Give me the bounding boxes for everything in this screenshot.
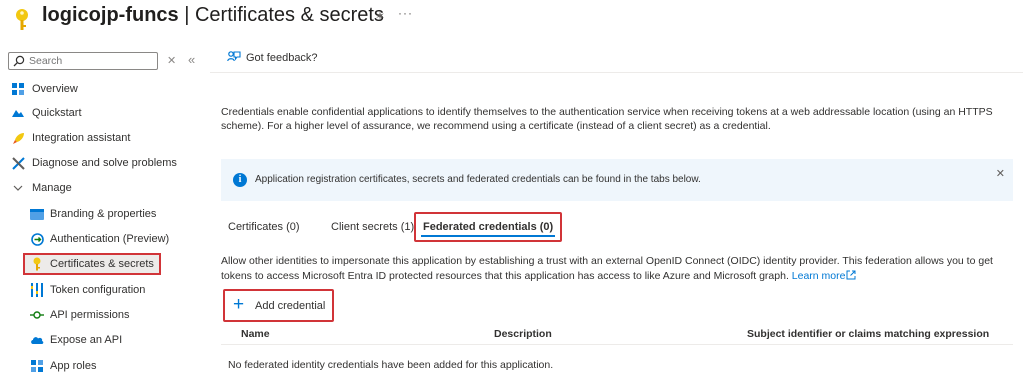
page-header: logicojp-funcs | Certificates & secrets … — [0, 0, 1023, 38]
sidebar-item-label: API permissions — [50, 309, 130, 321]
sidebar-item-authentication[interactable]: Authentication (Preview) — [0, 228, 210, 250]
page-title: logicojp-funcs | Certificates & secrets — [42, 2, 384, 28]
learn-more-label: Learn more — [791, 270, 846, 282]
federated-description-text: Allow other identities to impersonate th… — [221, 255, 993, 282]
close-icon[interactable]: ✕ — [996, 167, 1005, 180]
sidebar-item-label: Certificates & secrets — [50, 258, 154, 270]
quickstart-icon — [11, 106, 25, 120]
sidebar-item-label: Token configuration — [50, 284, 146, 296]
feedback-button[interactable]: Got feedback? — [227, 51, 318, 64]
clear-search-icon[interactable]: ✕ — [167, 54, 176, 67]
collapse-sidebar-icon[interactable]: « — [188, 52, 195, 67]
rocket-icon — [11, 131, 25, 145]
sidebar-item-label: Manage — [32, 182, 72, 194]
sidebar-group-manage[interactable]: Manage — [0, 177, 210, 199]
feedback-icon — [227, 51, 241, 62]
add-credential-button[interactable]: + Add credential — [223, 289, 334, 322]
sidebar-item-quickstart[interactable]: Quickstart — [0, 102, 210, 124]
sidebar-item-label: Integration assistant — [32, 132, 131, 144]
key-icon — [30, 257, 44, 271]
federated-credentials-description: Allow other identities to impersonate th… — [221, 254, 1011, 284]
column-header-description[interactable]: Description — [494, 328, 552, 340]
app-roles-icon — [30, 359, 44, 373]
sidebar-item-label: Branding & properties — [50, 208, 157, 220]
feedback-label: Got feedback? — [246, 51, 318, 64]
sidebar-item-branding[interactable]: Branding & properties — [0, 203, 210, 225]
sidebar-item-label: Expose an API — [50, 334, 123, 346]
column-header-subject-identifier[interactable]: Subject identifier or claims matching ex… — [747, 328, 989, 340]
wrench-icon — [11, 156, 25, 170]
token-icon — [30, 283, 44, 297]
overview-icon — [11, 82, 25, 96]
sidebar-item-certificates-secrets[interactable]: Certificates & secrets — [23, 253, 161, 275]
credentials-intro-text: Credentials enable confidential applicat… — [221, 106, 993, 132]
branding-icon — [30, 207, 44, 221]
sidebar-item-label: Diagnose and solve problems — [32, 157, 177, 169]
sidebar-item-token-configuration[interactable]: Token configuration — [0, 279, 210, 301]
sidebar-item-label: App roles — [50, 360, 97, 372]
info-icon: i — [233, 173, 247, 187]
sidebar: ✕ « Overview Quickstart Integration assi… — [0, 45, 210, 384]
pin-icon[interactable]: ✶ — [375, 9, 385, 23]
more-options-icon[interactable]: ··· — [398, 6, 413, 20]
learn-more-link[interactable]: Learn more — [792, 270, 857, 282]
command-bar: Got feedback? — [210, 45, 1023, 73]
sidebar-item-integration-assistant[interactable]: Integration assistant — [0, 127, 210, 149]
tab-client-secrets[interactable]: Client secrets (1) — [324, 212, 421, 242]
sidebar-item-label: Authentication (Preview) — [50, 233, 170, 245]
external-link-icon — [846, 270, 856, 280]
main-content: Got feedback? Credentials enable confide… — [210, 45, 1023, 384]
sidebar-item-label: Quickstart — [32, 107, 82, 119]
chevron-down-icon — [11, 181, 25, 195]
plus-icon: + — [233, 294, 245, 315]
sidebar-search[interactable] — [8, 52, 158, 70]
tab-certificates[interactable]: Certificates (0) — [221, 212, 307, 242]
sidebar-item-app-roles[interactable]: App roles — [0, 355, 210, 377]
add-credential-label: Add credential — [255, 300, 326, 312]
sidebar-item-diagnose[interactable]: Diagnose and solve problems — [0, 152, 210, 174]
info-banner-text: Application registration certificates, s… — [255, 174, 701, 185]
table-header: Name Description Subject identifier or c… — [221, 325, 1013, 345]
sidebar-item-label: Overview — [32, 83, 78, 95]
key-icon — [16, 9, 28, 30]
info-banner: i Application registration certificates,… — [221, 159, 1013, 201]
authentication-icon — [30, 232, 44, 246]
tab-federated-credentials[interactable]: Federated credentials (0) — [414, 212, 562, 242]
sidebar-item-expose-api[interactable]: Expose an API — [0, 329, 210, 351]
app-name: logicojp-funcs — [42, 4, 179, 26]
api-permissions-icon — [30, 308, 44, 322]
sidebar-item-api-permissions[interactable]: API permissions — [0, 304, 210, 326]
search-input[interactable] — [29, 54, 149, 68]
search-icon — [13, 55, 25, 67]
table-empty-message: No federated identity credentials have b… — [228, 359, 554, 371]
cloud-icon — [30, 333, 44, 347]
sidebar-item-overview[interactable]: Overview — [0, 78, 210, 100]
column-header-name[interactable]: Name — [241, 328, 270, 340]
blade-name: | Certificates & secrets — [178, 4, 384, 26]
